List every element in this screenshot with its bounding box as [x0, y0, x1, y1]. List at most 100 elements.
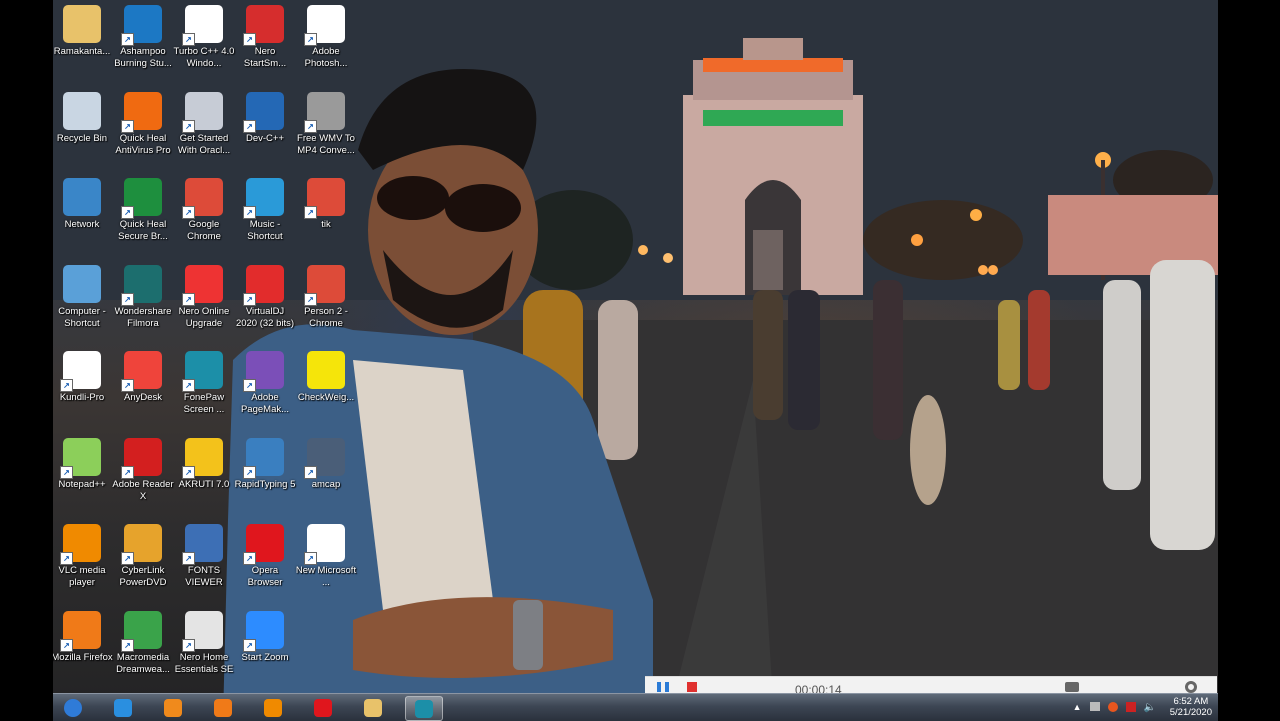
desktop-icon[interactable]: ↗ Nero Home Essentials SE [173, 610, 235, 676]
desktop-icon[interactable]: ↗ Quick Heal AntiVirus Pro [112, 91, 174, 157]
desktop-icon[interactable]: ↗ Wondershare Filmora [112, 264, 174, 330]
antivirus-tray-icon[interactable] [1125, 702, 1136, 712]
desktop-icon[interactable]: ↗ VirtualDJ 2020 (32 bits) [234, 264, 296, 330]
desktop-icon-label: Quick Heal Secure Br... [118, 219, 168, 242]
desktop-icon[interactable]: ↗ Kundli-Pro [53, 351, 113, 404]
desktop-icon[interactable]: Computer - Shortcut [53, 264, 113, 330]
shortcut-arrow-icon: ↗ [243, 292, 256, 306]
desktop-icon[interactable]: ↗ Get Started With Oracl... [173, 91, 235, 157]
desktop-icon[interactable]: ↗ Notepad++ [53, 437, 113, 491]
dev-cpp-icon: ↗ [243, 91, 284, 133]
smiley-icon [307, 351, 345, 389]
camera-icon[interactable] [1065, 682, 1079, 692]
taskbar-clock[interactable]: 6:52 AM 5/21/2020 [1170, 696, 1212, 718]
shortcut-arrow-icon: ↗ [121, 206, 134, 219]
desktop-icon[interactable]: ↗ Macromedia Dreamwea... [112, 610, 174, 676]
opera-icon: ↗ [243, 524, 284, 565]
volume-icon[interactable]: 🔈 [1144, 702, 1156, 713]
desktop-icon-label: FonePaw Screen ... [183, 392, 225, 415]
desktop-icon[interactable]: ↗ Opera Browser [234, 524, 296, 589]
desktop-icon[interactable]: ↗ Nero StartSm... [234, 5, 296, 70]
desktop-icon[interactable]: ↗ Mozilla Firefox [53, 610, 113, 664]
desktop-icon-label: AnyDesk [123, 392, 162, 403]
recording-tray-icon[interactable] [1107, 702, 1118, 712]
firefox-button[interactable] [205, 696, 241, 719]
desktop-icon[interactable]: ↗ Person 2 - Chrome [295, 264, 357, 330]
desktop-icon[interactable]: ↗ FonePaw Screen ... [173, 351, 235, 416]
desktop-icon[interactable]: ↗ amcap [295, 437, 357, 491]
desktop-icon[interactable]: ↗ CyberLink PowerDVD [112, 524, 174, 589]
desktop-icon[interactable]: ↗ Ashampoo Burning Stu... [112, 5, 174, 70]
desktop-icon-label: AKRUTI 7.0 [178, 478, 230, 490]
vlc-button[interactable] [255, 696, 291, 719]
chrome-profile-icon: ↗ [304, 264, 345, 306]
desktop-icon[interactable]: ↗ Adobe Reader X [112, 437, 174, 503]
desktop-icon[interactable]: ↗ Quick Heal Secure Br... [112, 178, 174, 243]
shortcut-arrow-icon: ↗ [182, 638, 195, 652]
shortcut-arrow-icon: ↗ [182, 206, 195, 219]
desktop[interactable]: Ramakanta... ↗ Ashampoo Burning Stu... ↗ Tur… [53, 0, 1218, 720]
desktop-icon[interactable]: CheckWeig... [295, 351, 357, 404]
network-tray-icon[interactable] [1089, 702, 1100, 711]
desktop-icon[interactable]: ↗ FONTS VIEWER [173, 524, 235, 589]
desktop-icon-label: Mozilla Firefox [53, 651, 113, 663]
shortcut-arrow-icon: ↗ [121, 638, 134, 652]
desktop-icon-label: Notepad++ [58, 478, 106, 490]
desktop-icon-label: Macromedia Dreamwea... [116, 651, 170, 675]
powerdvd-icon: ↗ [121, 524, 162, 565]
desktop-icon-label: Person 2 - Chrome [304, 305, 348, 329]
file-explorer-button[interactable] [355, 696, 391, 719]
vlc-cone-icon [264, 698, 282, 717]
desktop-icon[interactable]: Recycle Bin [53, 91, 113, 145]
desktop-icon[interactable]: ↗ tik [295, 178, 357, 231]
desktop-icon[interactable]: ↗ Start Zoom [234, 610, 296, 664]
anydesk-icon: ↗ [121, 351, 162, 392]
fonepaw-camera-icon: ↗ [182, 351, 223, 392]
stop-icon[interactable] [687, 682, 697, 692]
media-player-button[interactable] [155, 696, 191, 719]
desktop-icon[interactable]: ↗ RapidTyping 5 [234, 437, 296, 491]
desktop-icon-label: New Microsoft ... [295, 565, 357, 588]
shortcut-arrow-icon: ↗ [121, 465, 134, 479]
desktop-icon[interactable]: Network [53, 178, 113, 231]
shortcut-arrow-icon: ↗ [304, 292, 317, 306]
desktop-icon[interactable]: ↗ Google Chrome [173, 178, 235, 243]
shortcut-arrow-icon: ↗ [243, 638, 256, 652]
clock-date: 5/21/2020 [1169, 707, 1212, 718]
shortcut-arrow-icon: ↗ [243, 33, 256, 46]
show-hidden-icons-icon[interactable]: ▲ [1073, 702, 1082, 713]
computer-icon [63, 264, 101, 303]
folder-user-icon [63, 5, 101, 43]
desktop-icon[interactable]: ↗ AnyDesk [112, 351, 174, 404]
desktop-icon[interactable]: ↗ Free WMV To MP4 Conve... [295, 91, 357, 157]
desktop-icon[interactable]: ↗ Music - Shortcut [234, 178, 296, 243]
desktop-icon-label: CheckWeig... [297, 392, 355, 403]
opera-button[interactable] [305, 696, 341, 719]
camera-icon: ↗ [304, 437, 345, 479]
desktop-icon[interactable]: ↗ AKRUTI 7.0 [173, 437, 235, 491]
desktop-icon[interactable]: ↗ Nero Online Upgrade [173, 264, 235, 330]
desktop-icon-label: Adobe Photosh... [304, 46, 348, 69]
fonepaw-button[interactable] [405, 696, 443, 721]
desktop-icon[interactable]: ↗ New Microsoft ... [295, 524, 357, 589]
shortcut-arrow-icon: ↗ [121, 292, 134, 306]
desktop-icon[interactable]: ↗ Dev-C++ [234, 91, 296, 145]
desktop-icon[interactable]: ↗ Adobe Photosh... [295, 5, 357, 70]
start-button[interactable] [55, 696, 91, 719]
desktop-icon[interactable]: ↗ Adobe PageMak... [234, 351, 296, 416]
network-globe-icon [63, 178, 101, 216]
desktop-icon-label: Nero Online Upgrade [178, 305, 230, 329]
desktop-icon-label: CyberLink PowerDVD [119, 565, 167, 588]
nero-home-icon: ↗ [182, 610, 223, 652]
internet-explorer-button[interactable] [105, 696, 141, 719]
desktop-icon[interactable]: Ramakanta... [53, 5, 113, 58]
pause-icon[interactable] [657, 682, 669, 692]
desktop-icon-label: Free WMV To MP4 Conve... [297, 132, 355, 156]
desktop-icon[interactable]: ↗ Turbo C++ 4.0 Windo... [173, 5, 235, 70]
desktop-icon[interactable]: ↗ VLC media player [53, 524, 113, 589]
desktop-icon-label: FONTS VIEWER [185, 565, 223, 588]
desktop-icon-label: tik [321, 219, 331, 230]
settings-gear-icon[interactable] [1185, 681, 1197, 693]
desktop-icon-label: Kundli-Pro [59, 392, 105, 403]
desktop-icon-label: Turbo C++ 4.0 Windo... [173, 46, 235, 69]
